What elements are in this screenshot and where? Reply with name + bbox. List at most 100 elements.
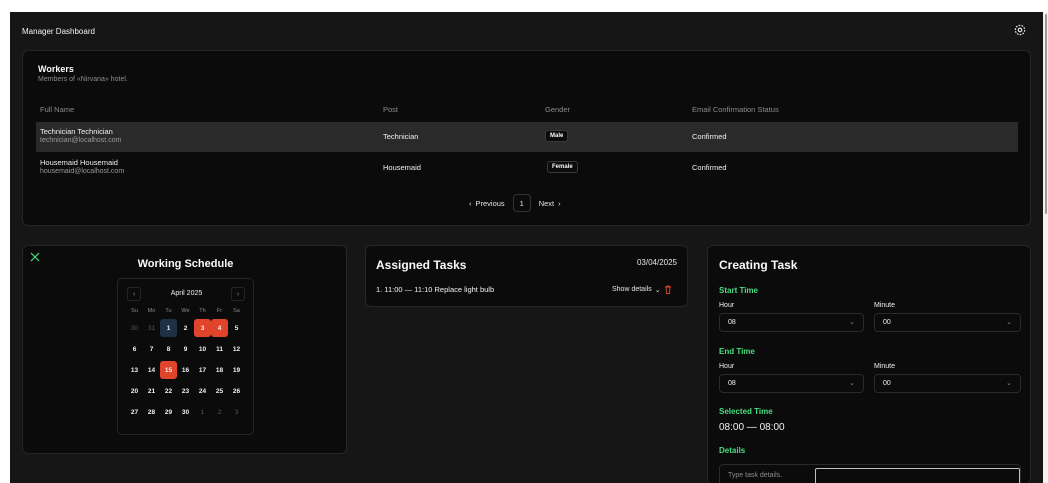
calendar-day[interactable]: 21: [143, 382, 160, 400]
calendar-day[interactable]: 4: [211, 319, 228, 337]
gender-badge: Male: [545, 130, 569, 142]
calendar-day[interactable]: 25: [211, 382, 228, 400]
page-number-button[interactable]: 1: [512, 194, 531, 212]
email-status: Confirmed: [692, 163, 727, 172]
show-details-label: Show details: [612, 286, 652, 293]
chevron-right-icon: ›: [558, 198, 561, 208]
calendar-day[interactable]: 31: [143, 319, 160, 337]
details-heading: Details: [719, 446, 746, 455]
app-title: Manager Dashboard: [22, 27, 95, 36]
calendar-day[interactable]: 23: [177, 382, 194, 400]
calendar-day[interactable]: 27: [126, 403, 143, 421]
weekday-label: Su: [131, 308, 138, 314]
column-header-full-name: Full Name: [40, 105, 75, 114]
calendar-day[interactable]: 14: [143, 361, 160, 379]
previous-label: Previous: [475, 198, 505, 208]
calendar-day[interactable]: 2: [211, 403, 228, 421]
calendar-day[interactable]: 3: [194, 319, 211, 337]
email-status: Confirmed: [692, 132, 727, 141]
column-header-gender: Gender: [545, 105, 571, 114]
calendar-day[interactable]: 12: [228, 340, 245, 358]
start-hour-value: 08: [728, 319, 736, 326]
calendar-day[interactable]: 16: [177, 361, 194, 379]
creating-task-title: Creating Task: [719, 258, 798, 272]
calendar-day[interactable]: 17: [194, 361, 211, 379]
chevron-down-icon: ⌄: [654, 286, 661, 294]
end-hour-select[interactable]: 08 ⌄: [719, 374, 864, 393]
calendar-day[interactable]: 9: [177, 340, 194, 358]
calendar: ‹ April 2025 › Su Mo Tu We Th Fr Sa 30 31 1 2 3 4 5 6 7…: [117, 278, 254, 435]
calendar-header: ‹ April 2025 ›: [118, 287, 255, 301]
end-minute-value: 00: [883, 380, 891, 387]
calendar-day[interactable]: 26: [228, 382, 245, 400]
app-window: Manager Dashboard Workers Members of «Ni…: [10, 12, 1043, 483]
calendar-day[interactable]: 5: [228, 319, 245, 337]
calendar-day[interactable]: 28: [143, 403, 160, 421]
calendar-day[interactable]: 8: [160, 340, 177, 358]
table-row[interactable]: Technician Technician technician@localho…: [36, 122, 1018, 152]
worker-name: Technician Technician: [40, 127, 113, 136]
workers-card: Workers Members of «Nirvana» hotel. Full…: [22, 50, 1031, 226]
gender-badge: Female: [547, 161, 578, 173]
column-header-email-status: Email Confirmation Status: [692, 105, 779, 114]
chevron-left-icon: ‹: [469, 198, 472, 208]
worker-post: Housemaid: [383, 163, 421, 172]
calendar-day[interactable]: 29: [160, 403, 177, 421]
start-hour-label: Hour: [719, 302, 735, 309]
calendar-day[interactable]: 20: [126, 382, 143, 400]
previous-page-button[interactable]: ‹ Previous: [469, 199, 505, 208]
calendar-day[interactable]: 19: [228, 361, 245, 379]
calendar-day[interactable]: 30: [177, 403, 194, 421]
end-minute-select[interactable]: 00 ⌄: [874, 374, 1021, 393]
workers-title: Workers: [38, 64, 74, 74]
assigned-tasks-title: Assigned Tasks: [376, 258, 467, 272]
start-hour-select[interactable]: 08 ⌄: [719, 313, 864, 332]
calendar-day[interactable]: 11: [211, 340, 228, 358]
calendar-day[interactable]: 2: [177, 319, 194, 337]
start-time-heading: Start Time: [719, 286, 758, 295]
top-bar: Manager Dashboard: [10, 12, 1043, 50]
calendar-day[interactable]: 6: [126, 340, 143, 358]
calendar-day[interactable]: 15: [160, 361, 177, 379]
calendar-day[interactable]: 1: [160, 319, 177, 337]
workers-subtitle: Members of «Nirvana» hotel.: [38, 76, 128, 83]
overlay-box: [815, 468, 1020, 483]
trash-icon[interactable]: [664, 285, 672, 294]
calendar-day[interactable]: 13: [126, 361, 143, 379]
worker-email: technician@localhost.com: [40, 137, 122, 144]
worker-name: Housemaid Housemaid: [40, 158, 118, 167]
calendar-day[interactable]: 3: [228, 403, 245, 421]
chevron-right-icon[interactable]: ›: [231, 287, 245, 301]
working-schedule-card: Working Schedule ‹ April 2025 › Su Mo Tu We…: [22, 245, 347, 454]
gear-icon[interactable]: [1013, 23, 1027, 37]
calendar-day[interactable]: 1: [194, 403, 211, 421]
weekday-label: Fr: [216, 308, 223, 314]
weekday-label: Mo: [147, 308, 156, 314]
task-item: 1. 11:00 — 11:10 Replace light bulb: [376, 285, 495, 294]
next-label: Next: [538, 198, 555, 208]
chevron-down-icon: ⌄: [1006, 319, 1012, 326]
next-page-button[interactable]: Next ›: [539, 199, 561, 208]
calendar-grid: Su Mo Tu We Th Fr Sa 30 31 1 2 3 4 5 6 7 8 9 10 11 12 13 14 15 1…: [126, 306, 245, 421]
assigned-date: 03/04/2025: [636, 258, 677, 267]
start-minute-select[interactable]: 00 ⌄: [874, 313, 1021, 332]
start-minute-value: 00: [883, 319, 891, 326]
scrollbar-thumb[interactable]: [1045, 14, 1047, 214]
selected-time-heading: Selected Time: [719, 407, 773, 416]
calendar-day[interactable]: 10: [194, 340, 211, 358]
show-details-button[interactable]: Show details ⌄: [612, 285, 672, 294]
calendar-day[interactable]: 18: [211, 361, 228, 379]
chevron-down-icon: ⌄: [849, 319, 855, 326]
weekday-label: Tu: [165, 308, 172, 314]
calendar-day[interactable]: 24: [194, 382, 211, 400]
calendar-day[interactable]: 30: [126, 319, 143, 337]
worker-post: Technician: [383, 132, 419, 141]
end-minute-label: Minute: [874, 363, 896, 370]
selected-time-value: 08:00 — 08:00: [719, 422, 785, 433]
table-row[interactable]: Housemaid Housemaid housemaid@localhost.…: [36, 153, 1018, 183]
end-hour-label: Hour: [719, 363, 735, 370]
worker-email: housemaid@localhost.com: [40, 168, 125, 175]
calendar-day[interactable]: 22: [160, 382, 177, 400]
chevron-down-icon: ⌄: [1006, 380, 1012, 387]
calendar-day[interactable]: 7: [143, 340, 160, 358]
